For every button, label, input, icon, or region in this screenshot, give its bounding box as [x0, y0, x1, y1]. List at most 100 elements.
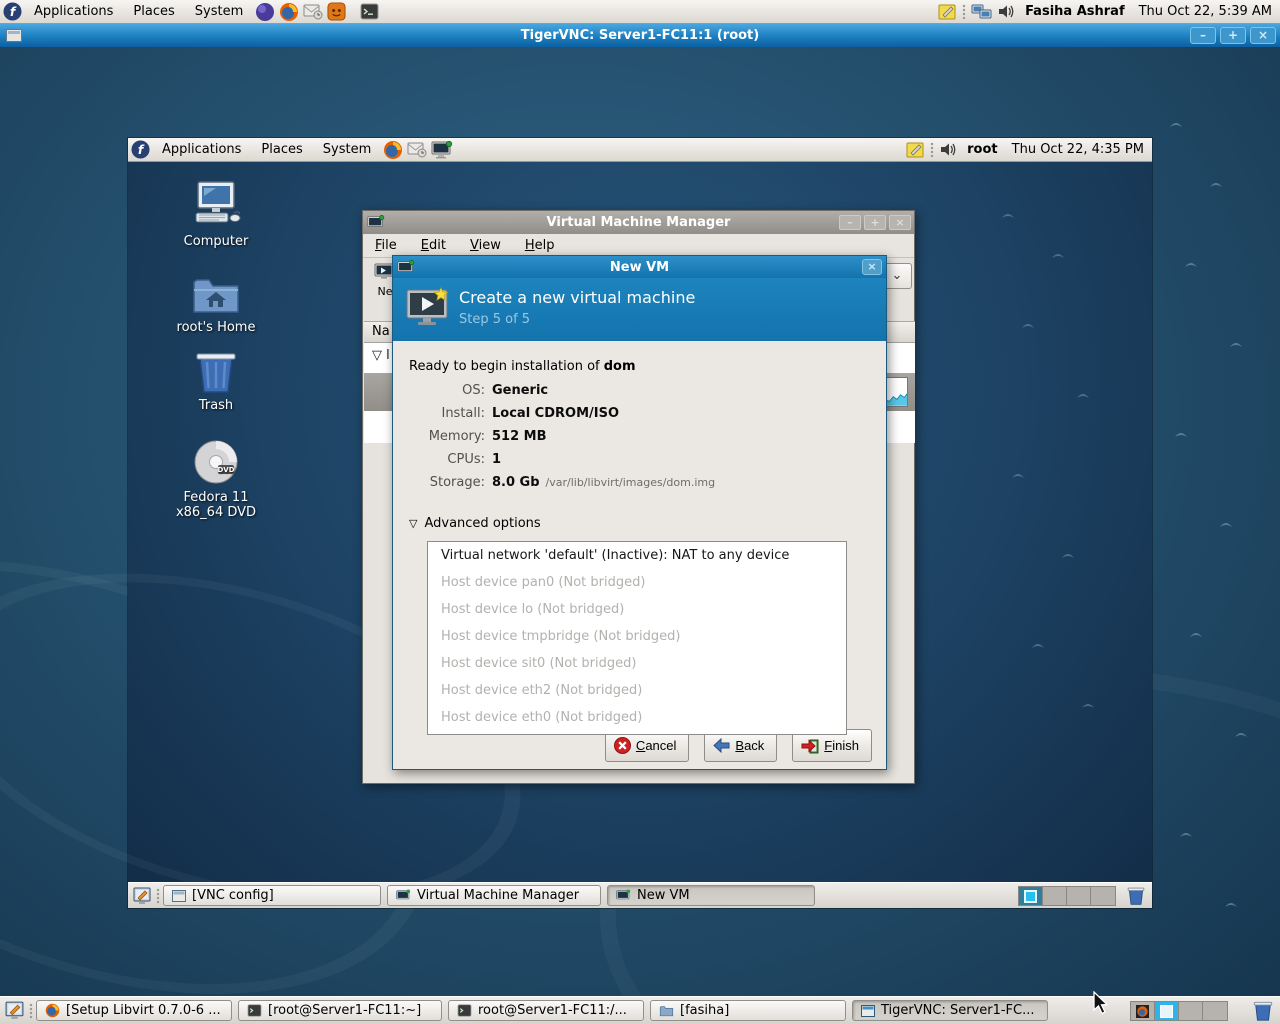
workspace-3[interactable] — [1067, 887, 1091, 905]
back-arrow-icon — [713, 738, 730, 753]
ready-line: Ready to begin installation of dom — [409, 359, 636, 374]
desktop-icon-label: Computer — [184, 234, 249, 249]
desktop-icon-label: Trash — [199, 398, 233, 413]
desktop-icon-trash[interactable]: Trash — [161, 350, 271, 413]
notes-icon[interactable] — [906, 141, 926, 159]
taskbar-item-vmm[interactable]: Virtual Machine Manager — [387, 885, 601, 906]
cpu-usage-sparkline — [884, 377, 908, 407]
taskbar-item-setup-libvirt[interactable]: [Setup Libvirt 0.7.0-6 ... — [36, 1000, 232, 1021]
folder-icon — [659, 1005, 674, 1017]
network-option: Host device eth0 (Not bridged) — [428, 704, 846, 731]
virt-manager-icon[interactable] — [431, 141, 453, 159]
inner-menu-places[interactable]: Places — [251, 138, 312, 161]
svg-text:DVD: DVD — [217, 466, 234, 474]
inner-username[interactable]: root — [961, 142, 1004, 157]
summary-row-storage: Storage: 8.0 Gb /var/lib/libvirt/images/… — [393, 471, 715, 494]
vmm-menu-help[interactable]: Help — [513, 238, 567, 253]
workspace-2[interactable] — [1155, 1002, 1179, 1020]
outer-clock[interactable]: Thu Oct 22, 5:39 AM — [1131, 4, 1280, 19]
mail-icon[interactable] — [303, 3, 323, 20]
network-options-list[interactable]: Virtual network 'default' (Inactive): NA… — [427, 541, 847, 735]
workspace-1[interactable] — [1131, 1002, 1155, 1020]
network-option[interactable]: Virtual network 'default' (Inactive): NA… — [428, 542, 846, 569]
fedora-logo-icon[interactable]: f — [3, 2, 22, 21]
inner-taskbar: [VNC config] Virtual Machine Manager New… — [128, 882, 1152, 908]
vmm-maximize-button[interactable]: + — [864, 215, 886, 230]
workspace-1[interactable] — [1019, 887, 1043, 905]
vmm-menu-file[interactable]: File — [363, 238, 409, 253]
inner-clock[interactable]: Thu Oct 22, 4:35 PM — [1004, 142, 1152, 157]
notes-icon[interactable] — [938, 3, 958, 21]
network-option: Host device tmpbridge (Not bridged) — [428, 623, 846, 650]
inner-menu-applications[interactable]: Applications — [152, 138, 251, 161]
chat-icon[interactable] — [327, 2, 346, 21]
vnc-remote-screen: f Applications Places System — [128, 138, 1152, 908]
trash-applet-icon[interactable] — [1126, 886, 1146, 906]
taskbar-item-vnc-config[interactable]: [VNC config] — [163, 885, 381, 906]
firefox-icon — [45, 1003, 60, 1018]
vm-monitor-icon — [396, 889, 411, 902]
network-option: Host device eth2 (Not bridged) — [428, 677, 846, 704]
mail-icon[interactable] — [407, 141, 427, 158]
maximize-button[interactable]: + — [1220, 27, 1246, 44]
taskbar-item-new-vm[interactable]: New VM — [607, 885, 815, 906]
vmm-titlebar[interactable]: Virtual Machine Manager – + × — [363, 211, 914, 234]
new-vm-body: Ready to begin installation of dom OS: G… — [393, 341, 886, 769]
outer-menu-places[interactable]: Places — [123, 0, 184, 23]
eclipse-icon[interactable] — [255, 2, 275, 22]
desktop-icon-computer[interactable]: Computer — [161, 180, 271, 249]
vmm-menu-view[interactable]: View — [458, 238, 513, 253]
inner-top-panel: f Applications Places System — [128, 138, 1152, 162]
terminal-icon[interactable] — [360, 3, 379, 20]
new-vm-header: Create a new virtual machine Step 5 of 5 — [393, 278, 886, 341]
outer-menu-applications[interactable]: Applications — [24, 0, 123, 23]
home-folder-icon — [191, 274, 241, 316]
computer-icon — [190, 180, 242, 230]
outer-taskbar: [Setup Libvirt 0.7.0-6 ... [root@Server1… — [0, 996, 1280, 1024]
workspace-2[interactable] — [1043, 887, 1067, 905]
firefox-mini-icon — [1136, 1005, 1149, 1018]
summary-row-memory: Memory: 512 MB — [393, 425, 715, 448]
vmm-menu-edit[interactable]: Edit — [409, 238, 458, 253]
new-vm-close-button[interactable]: × — [862, 259, 882, 275]
vmm-title: Virtual Machine Manager — [363, 215, 914, 230]
outer-top-panel: f Applications Places System — [0, 0, 1280, 24]
taskbar-item-terminal-2[interactable]: root@Server1-FC11:/... — [448, 1000, 644, 1021]
outer-username[interactable]: Fasiha Ashraf — [1019, 4, 1131, 19]
fedora-logo-icon[interactable]: f — [131, 140, 150, 159]
wallpaper-birds — [1150, 97, 1270, 957]
vmm-close-button[interactable]: × — [889, 215, 911, 230]
tigervnc-titlebar[interactable]: TigerVNC: Server1-FC11:1 (root) – + × — [0, 24, 1280, 47]
vnc-window-icon — [861, 1005, 875, 1017]
desktop-icon-label: root's Home — [177, 320, 256, 335]
taskbar-item-fasiha[interactable]: [fasiha] — [650, 1000, 846, 1021]
tigervnc-title: TigerVNC: Server1-FC11:1 (root) — [0, 28, 1280, 43]
workspace-4[interactable] — [1091, 887, 1115, 905]
summary-grid: OS: Generic Install: Local CDROM/ISO Mem… — [393, 379, 715, 494]
network-icon[interactable] — [971, 3, 993, 21]
new-vm-dialog: New VM × Create a new virtual machine St… — [392, 255, 887, 770]
volume-icon[interactable] — [997, 3, 1017, 20]
taskbar-item-tigervnc[interactable]: TigerVNC: Server1-FC... — [852, 1000, 1048, 1021]
vmm-minimize-button[interactable]: – — [839, 215, 861, 230]
show-desktop-icon[interactable] — [132, 886, 152, 906]
inner-workspace-switcher[interactable] — [1018, 886, 1116, 906]
workspace-3[interactable] — [1179, 1002, 1203, 1020]
minimize-button[interactable]: – — [1190, 27, 1216, 44]
outer-workspace-switcher[interactable] — [1130, 1001, 1228, 1021]
firefox-icon[interactable] — [279, 2, 299, 22]
new-vm-titlebar[interactable]: New VM × — [393, 256, 886, 278]
close-button[interactable]: × — [1250, 27, 1276, 44]
trash-applet-icon[interactable] — [1252, 1000, 1274, 1022]
workspace-4[interactable] — [1203, 1002, 1227, 1020]
inner-menu-system[interactable]: System — [313, 138, 381, 161]
vm-monitor-icon — [616, 889, 631, 902]
show-desktop-icon[interactable] — [4, 1000, 25, 1021]
firefox-icon[interactable] — [383, 140, 403, 160]
taskbar-item-terminal-1[interactable]: [root@Server1-FC11:~] — [238, 1000, 442, 1021]
outer-menu-system[interactable]: System — [185, 0, 253, 23]
desktop-icon-home[interactable]: root's Home — [161, 274, 271, 335]
volume-icon[interactable] — [939, 141, 959, 158]
desktop-icon-fedora-dvd[interactable]: DVD Fedora 11 x86_64 DVD — [161, 438, 271, 520]
advanced-options-expander[interactable]: ▽Advanced options — [409, 516, 541, 531]
